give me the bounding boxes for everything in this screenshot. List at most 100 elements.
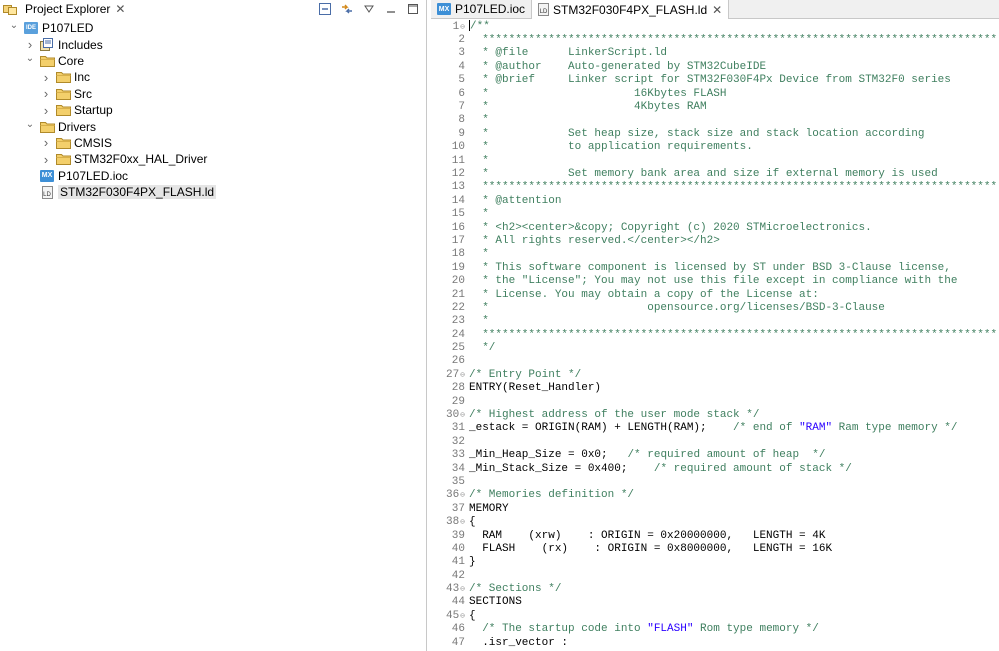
close-icon[interactable]: ✕ (115, 3, 125, 15)
code-line[interactable]: 6 * 16Kbytes FLASH (431, 87, 999, 100)
code-line[interactable]: 27⊖ /* Entry Point */ (431, 368, 999, 381)
code-line[interactable]: 21 * License. You may obtain a copy of t… (431, 288, 999, 301)
code-line[interactable]: 43⊖ /* Sections */ (431, 582, 999, 595)
code-line[interactable]: 17 * All rights reserved.</center></h2> (431, 234, 999, 247)
line-text: { (469, 516, 476, 529)
line-text: ****************************************… (469, 181, 998, 194)
code-line[interactable]: 25 */ (431, 341, 999, 354)
ld-file-icon: LD (538, 3, 553, 16)
code-line[interactable]: 12 * Set memory bank area and size if ex… (431, 167, 999, 180)
close-icon[interactable]: ✕ (712, 4, 722, 16)
tree-item[interactable]: MX P107LED.ioc (0, 168, 426, 184)
tree-item[interactable]: ⌄ Core (0, 53, 426, 69)
code-line[interactable]: 11 * (431, 154, 999, 167)
code-line[interactable]: 29 (431, 395, 999, 408)
code-line[interactable]: 37 MEMORY (431, 502, 999, 515)
chevron-right-icon[interactable]: › (24, 37, 36, 52)
code-line[interactable]: 28 ENTRY(Reset_Handler) (431, 382, 999, 395)
code-line[interactable]: 38⊖ { (431, 515, 999, 528)
project-explorer-tab[interactable]: Project Explorer ✕ (0, 0, 130, 18)
chevron-right-icon[interactable]: › (40, 152, 52, 167)
line-number: 37 (451, 502, 465, 515)
code-line[interactable]: 40 FLASH (rx) : ORIGIN = 0x8000000, LENG… (431, 542, 999, 555)
folder-icon (55, 71, 71, 84)
line-text: RAM (xrw) : ORIGIN = 0x20000000, LENGTH … (469, 529, 826, 542)
line-number: 41 (451, 556, 465, 569)
tab-ioc[interactable]: MX P107LED.ioc (431, 0, 531, 18)
chevron-down-icon[interactable]: ⌄ (24, 118, 36, 130)
chevron-right-icon[interactable]: › (40, 135, 52, 150)
chevron-right-icon[interactable]: › (40, 86, 52, 101)
tree-item[interactable]: ⌄ Drivers (0, 118, 426, 134)
code-line[interactable]: 4 * @author Auto-generated by STM32CubeI… (431, 60, 999, 73)
code-line[interactable]: 18 * (431, 248, 999, 261)
code-line[interactable]: 32 (431, 435, 999, 448)
code-line[interactable]: 45⊖ { (431, 609, 999, 622)
tree-item[interactable]: ⌄ IDE P107LED (0, 20, 426, 36)
code-line[interactable]: 15 * (431, 207, 999, 220)
tree-item[interactable]: › Inc (0, 69, 426, 85)
chevron-right-icon[interactable]: › (40, 103, 52, 118)
maximize-icon[interactable] (406, 2, 420, 16)
line-text: * (469, 315, 489, 328)
code-line[interactable]: 23 * (431, 315, 999, 328)
line-number: 29 (451, 395, 465, 408)
tree-item[interactable]: › STM32F0xx_HAL_Driver (0, 151, 426, 167)
code-line[interactable]: 19 * This software component is licensed… (431, 261, 999, 274)
line-number: 18 (451, 248, 465, 261)
code-editor[interactable]: 1⊖/** 2 *********************************… (431, 20, 999, 651)
chevron-right-icon[interactable]: › (40, 70, 52, 85)
ide-project-icon: IDE (23, 22, 39, 35)
code-line[interactable]: 2 **************************************… (431, 33, 999, 46)
line-text: * @brief Linker script for STM32F030F4Px… (469, 74, 951, 87)
chevron-down-icon[interactable]: ⌄ (24, 52, 36, 64)
code-line[interactable]: 44 SECTIONS (431, 596, 999, 609)
code-line[interactable]: 42 (431, 569, 999, 582)
line-number: 3 (458, 47, 465, 60)
code-line[interactable]: 33 _Min_Heap_Size = 0x0; /* required amou… (431, 449, 999, 462)
code-line[interactable]: 3 * @file LinkerScript.ld (431, 47, 999, 60)
code-line[interactable]: 5 * @brief Linker script for STM32F030F4… (431, 74, 999, 87)
tree-item[interactable]: › CMSIS (0, 135, 426, 151)
code-line[interactable]: 31 _estack = ORIGIN(RAM) + LENGTH(RAM); /… (431, 422, 999, 435)
view-menu-icon[interactable] (362, 2, 376, 16)
code-line[interactable]: 41} (431, 556, 999, 569)
code-line[interactable]: 13 *************************************… (431, 181, 999, 194)
line-text: _estack = ORIGIN(RAM) + LENGTH(RAM); /* … (469, 422, 958, 435)
code-line[interactable]: 8 * (431, 114, 999, 127)
tree-item[interactable]: › Startup (0, 102, 426, 118)
code-line[interactable]: 35 (431, 475, 999, 488)
code-line[interactable]: 34 _Min_Stack_Size = 0x400; /* required a… (431, 462, 999, 475)
code-line[interactable]: 39 RAM (xrw) : ORIGIN = 0x20000000, LENG… (431, 529, 999, 542)
collapse-all-icon[interactable] (318, 2, 332, 16)
code-line[interactable]: 9 * Set heap size, stack size and stack … (431, 127, 999, 140)
code-line[interactable]: 22 * opensource.org/licenses/BSD-3-Claus… (431, 301, 999, 314)
tree-item[interactable]: › Includes (0, 36, 426, 52)
line-text: * @attention (469, 194, 562, 207)
link-with-editor-icon[interactable] (340, 2, 354, 16)
tree-item-label: Src (74, 86, 92, 101)
tab-linker-script[interactable]: LD STM32F030F4PX_FLASH.ld ✕ (531, 0, 730, 19)
line-number: 10 (451, 141, 465, 154)
code-line[interactable]: 14 * @attention (431, 194, 999, 207)
line-number: 40 (451, 542, 465, 555)
code-line[interactable]: 46 /* The startup code into "FLASH" Rom … (431, 623, 999, 636)
line-number: 42 (451, 569, 465, 582)
tree-item-label: CMSIS (74, 135, 113, 150)
line-text: _Min_Heap_Size = 0x0; /* required amount… (469, 449, 826, 462)
code-line[interactable]: 36⊖ /* Memories definition */ (431, 489, 999, 502)
code-line[interactable]: 24 *************************************… (431, 328, 999, 341)
tree-item[interactable]: LD STM32F030F4PX_FLASH.ld (0, 184, 426, 200)
includes-icon (39, 38, 55, 52)
tree-item[interactable]: › Src (0, 86, 426, 102)
code-line[interactable]: 47 .isr_vector : (431, 636, 999, 649)
code-line[interactable]: 30⊖ /* Highest address of the user mode s… (431, 408, 999, 421)
code-line[interactable]: 20 * the "License"; You may not use this… (431, 274, 999, 287)
minimize-icon[interactable] (384, 2, 398, 16)
code-line[interactable]: 16 * <h2><center>&copy; Copyright (c) 20… (431, 221, 999, 234)
code-line[interactable]: 26 (431, 355, 999, 368)
chevron-down-icon[interactable]: ⌄ (8, 20, 20, 32)
code-line[interactable]: 7 * 4Kbytes RAM (431, 100, 999, 113)
code-line[interactable]: 1⊖ /** (431, 20, 999, 33)
code-line[interactable]: 10 * to application requirements. (431, 141, 999, 154)
